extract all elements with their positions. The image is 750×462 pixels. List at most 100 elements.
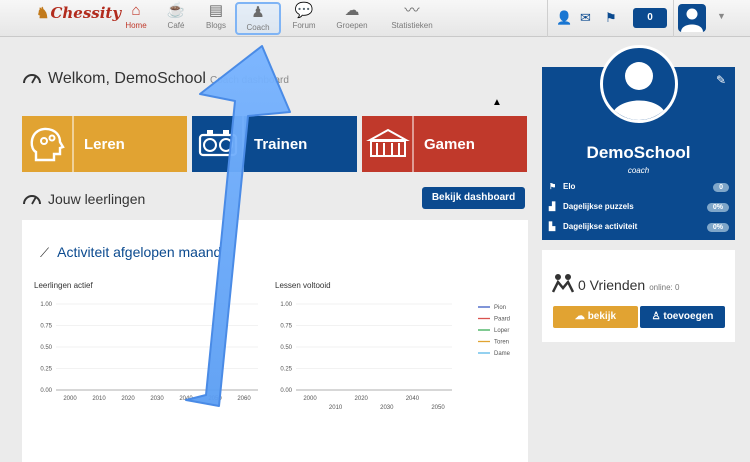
avatar-silhouette-icon [611, 62, 667, 120]
tile-gamen[interactable]: Gamen [362, 116, 527, 172]
legend-label: Toren [494, 340, 509, 346]
x-tick-label: 2050 [208, 396, 222, 402]
chart-leerlingen-actief: 0.00 0.25 0.50 0.75 1.00 2000 2010 2020 2030 2040… [40, 302, 258, 402]
view-dashboard-button[interactable]: Bekijk dashboard [422, 187, 525, 209]
x-tick-label: 2040 [179, 396, 193, 402]
y-tick-label: 0.25 [40, 367, 52, 373]
y-tick-label: 0.00 [280, 388, 292, 394]
logo-text: Chessity [50, 4, 122, 22]
stat-activity: ▙ Dagelijkse activiteit 0% [549, 222, 729, 236]
stat-elo-label: Elo [563, 182, 576, 191]
stat-activity-value: 0% [706, 223, 729, 232]
x-tick-label: 2010 [329, 405, 343, 411]
tile-gamen-label: Gamen [424, 136, 475, 153]
x-tick-label: 2020 [121, 396, 135, 402]
y-tick-label: 0.75 [280, 324, 292, 330]
avatar[interactable] [600, 45, 678, 123]
tile-gamen-icon-box [362, 116, 414, 172]
nav-statistieken-label: Statistieken [391, 21, 433, 30]
stat-puzzles-value: 0% [706, 203, 729, 212]
y-tick-label: 0.50 [40, 345, 52, 351]
nav-groepen[interactable]: ☁ Groepen [329, 2, 375, 35]
pencil-icon[interactable]: ✎ [716, 73, 726, 87]
head-gears-icon [30, 127, 65, 162]
nav-blogs-label: Blogs [205, 21, 226, 30]
user-icon[interactable]: 👤 [556, 10, 572, 26]
stat-puzzles-label: Dagelijkse puzzels [563, 202, 634, 211]
nav-coach[interactable]: ♟ Coach [235, 2, 281, 35]
friends-title: 0 Vrienden online: 0 [578, 277, 679, 293]
activity-line-icon: ⟋ [40, 245, 50, 260]
add-friend-button[interactable]: ♙ toevoegen [640, 306, 725, 328]
gauge-icon [23, 74, 41, 84]
profile-name: DemoSchool [586, 143, 691, 162]
logo-piece-icon: ♞ [36, 4, 50, 22]
avatar-silhouette-icon [681, 8, 703, 32]
tile-leren-label: Leren [84, 136, 125, 153]
chart-1-title: Leerlingen actief [34, 281, 93, 290]
mouse-cursor-icon: ▲ [492, 97, 502, 108]
y-tick-label: 1.00 [280, 302, 292, 308]
nav-divider [673, 0, 674, 37]
tile-leren[interactable]: Leren [22, 116, 187, 172]
nav-blogs[interactable]: ▤ Blogs [193, 2, 239, 35]
mail-icon[interactable]: ✉ [580, 10, 591, 26]
tile-trainen[interactable]: Trainen [192, 116, 357, 172]
chessity-logo[interactable]: ♞Chessity [36, 4, 121, 22]
chevron-down-icon[interactable]: ▼ [717, 11, 726, 21]
tile-trainen-icon-box [192, 116, 244, 172]
coach-icon: ♟ [251, 4, 265, 21]
avatar[interactable] [678, 4, 706, 32]
nav-forum-label: Forum [292, 21, 316, 30]
group-icon: ☁ [344, 2, 360, 19]
friends-icon [552, 274, 574, 293]
activity-card: ⟋ Activiteit afgelopen maand Leerlingen a… [22, 220, 528, 462]
nav-forum[interactable]: 💬 Forum [281, 2, 327, 35]
group-icon: ☁ [574, 311, 588, 322]
activity-title: ⟋ Activiteit afgelopen maand [40, 244, 221, 261]
y-tick-label: 0.75 [40, 324, 52, 330]
welcome-heading: Welkom, DemoSchool Coach dashboard [22, 70, 289, 88]
profile-role: coach [627, 166, 650, 175]
stadium-icon [366, 128, 410, 157]
stat-puzzles: ▟ Dagelijkse puzzels 0% [549, 202, 729, 216]
view-friends-label: bekijk [587, 311, 617, 322]
coins-badge[interactable]: 0 [633, 8, 667, 28]
top-navbar: ♞Chessity ⌂ Home ☕ Café ▤ Blogs ♟ Coach … [0, 0, 750, 37]
legend-label: Loper [494, 328, 509, 334]
stat-activity-label: Dagelijkse activiteit [563, 222, 638, 231]
stat-elo: ⚑ Elo 0 [549, 182, 729, 196]
add-user-icon: ♙ [651, 311, 664, 322]
chat-icon: 💬 [294, 2, 314, 19]
tile-leren-icon-box [22, 116, 74, 172]
nav-divider [547, 0, 548, 37]
welcome-title: Welkom, DemoSchool [48, 70, 206, 87]
profile-card: ✎ DemoSchool coach ⚑ Elo 0 ▟ Dagelijkse pu… [542, 45, 735, 240]
view-friends-button[interactable]: ☁ bekijk [553, 306, 638, 328]
flag-icon[interactable]: ⚑ [605, 10, 617, 26]
x-tick-label: 2000 [303, 396, 317, 402]
friends-online: online: 0 [649, 283, 680, 292]
x-tick-label: 2030 [380, 405, 394, 411]
tile-trainen-label: Trainen [254, 136, 308, 153]
x-tick-label: 2060 [237, 396, 251, 402]
friends-card: 0 Vrienden online: 0 ☁ bekijk ♙ toevoegen [542, 250, 735, 342]
puzzle-icon: ▟ [549, 202, 556, 211]
stats-icon: 〰 [404, 2, 420, 19]
x-tick-label: 2020 [355, 396, 369, 402]
chart-2-title: Lessen voltooid [275, 281, 331, 290]
add-friend-label: toevoegen [663, 311, 714, 322]
chess-clock-icon [198, 130, 238, 157]
gauge-icon [23, 195, 41, 205]
legend-label: Pion [494, 305, 506, 311]
nav-coach-label: Coach [246, 23, 270, 32]
x-tick-label: 2050 [431, 405, 445, 411]
nav-statistieken[interactable]: 〰 Statistieken [388, 2, 436, 35]
chart-lessen-voltooid: 0.00 0.25 0.50 0.75 1.00 2000 2010 2020 2030 2040… [280, 302, 511, 411]
nav-groepen-label: Groepen [336, 21, 368, 30]
y-tick-label: 0.50 [280, 345, 292, 351]
x-tick-label: 2000 [63, 396, 77, 402]
legend-label: Dame [494, 351, 511, 357]
newspaper-icon: ▤ [208, 2, 224, 19]
y-tick-label: 0.25 [280, 367, 292, 373]
